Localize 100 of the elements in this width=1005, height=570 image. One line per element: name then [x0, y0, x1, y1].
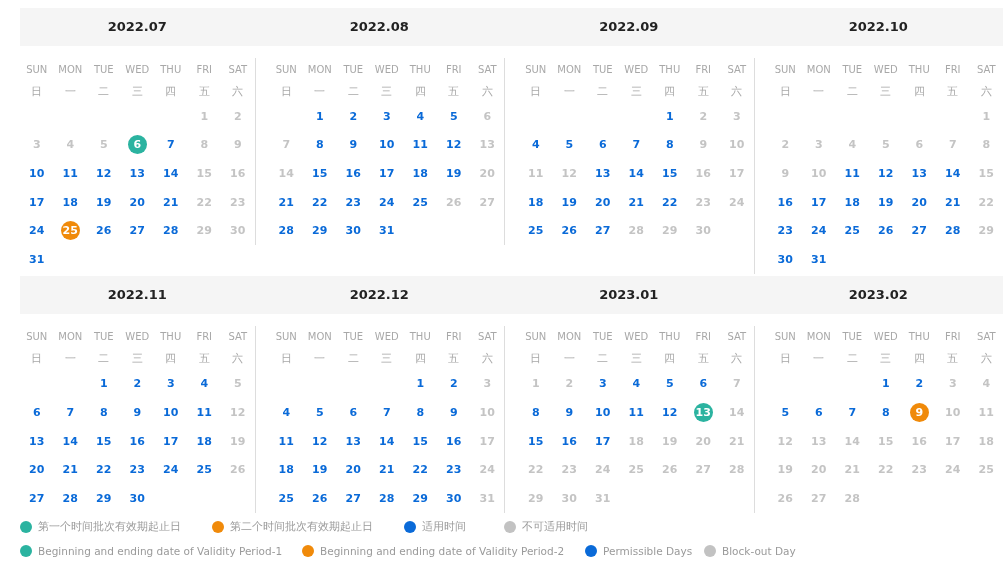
permissible-day: 12	[310, 431, 330, 451]
weekday-label: FRI	[445, 63, 462, 75]
permissible-day: 11	[60, 164, 80, 183]
weekday-label: SUN	[26, 331, 48, 343]
weekday-label: MON	[58, 331, 83, 343]
permissible-day: 7	[161, 135, 181, 155]
block-out-day: 20	[809, 460, 829, 480]
weekday-label: 日	[779, 83, 791, 99]
permissible-day: 12	[876, 164, 896, 183]
permissible-day: 22	[410, 460, 430, 480]
weekday-label: FRI	[445, 331, 462, 343]
weekday-label: TUE	[343, 63, 364, 75]
permissible-day: 30	[444, 488, 464, 508]
block-out-day: 15	[194, 164, 214, 183]
permissible-day: 28	[943, 221, 963, 241]
block-out-day: 17	[477, 431, 497, 451]
weekday-label: 日	[280, 83, 292, 99]
block-out-day: 23	[559, 460, 579, 480]
permissible-day: 20	[593, 192, 613, 212]
permissible-day: 5	[775, 402, 795, 422]
permissible-day: 17	[161, 431, 181, 451]
permissible-day: 17	[809, 192, 829, 212]
permissible-day: 11	[410, 135, 430, 155]
weekday-label: SAT	[727, 63, 747, 75]
weekday-label: SUN	[275, 331, 297, 343]
permissible-day: 15	[660, 164, 680, 183]
block-out-day: 3	[943, 374, 963, 394]
permissible-day: 15	[94, 431, 114, 451]
permissible-day: 19	[444, 164, 464, 183]
weekday-label: 日	[530, 83, 542, 99]
block-out-day: 2	[775, 135, 795, 155]
weekday-label: SUN	[525, 63, 547, 75]
permissible-day: 27	[909, 221, 929, 241]
weekday-label: MON	[557, 63, 582, 75]
weekday-label: 一	[563, 83, 575, 99]
permissible-day: 30	[127, 488, 147, 508]
weekday-label: WED	[624, 63, 649, 75]
permissible-day: 20	[909, 192, 929, 212]
weekday-label: 五	[198, 83, 210, 99]
permissible-day: 25	[276, 488, 296, 508]
block-out-day: 7	[276, 135, 296, 155]
permissible-day: 12	[94, 164, 114, 183]
permissible-day: 27	[27, 488, 47, 508]
block-out-day: 10	[477, 402, 497, 422]
permissible-day: 28	[60, 488, 80, 508]
weekday-label: 六	[232, 83, 244, 99]
block-out-day: 1	[526, 374, 546, 394]
block-out-day: 22	[526, 460, 546, 480]
permissible-day: 3	[377, 106, 397, 126]
weekday-label: 六	[731, 351, 743, 367]
weekday-label: SAT	[976, 331, 996, 343]
block-out-day: 12	[559, 164, 579, 183]
permissible-day: 24	[27, 221, 47, 241]
weekday-label: 日	[280, 351, 292, 367]
block-out-day: 14	[276, 164, 296, 183]
permissible-day: 5	[559, 135, 579, 155]
weekday-label: TUE	[592, 331, 613, 343]
weekday-label: 二	[98, 83, 110, 99]
weekday-label: SUN	[275, 63, 297, 75]
permissible-day: 13	[343, 431, 363, 451]
permissible-day: 17	[27, 192, 47, 212]
block-out-day: 22	[876, 460, 896, 480]
permissible-day: 28	[276, 221, 296, 241]
permissible-day: 28	[377, 488, 397, 508]
permissible-day: 14	[626, 164, 646, 183]
weekday-label: MON	[307, 63, 332, 75]
weekday-label: TUE	[842, 331, 863, 343]
permissible-day: 8	[660, 135, 680, 155]
weekday-label: 日	[31, 83, 43, 99]
permissible-day: 25	[842, 221, 862, 241]
weekday-label: MON	[557, 331, 582, 343]
weekday-label: WED	[374, 331, 399, 343]
weekday-label: 六	[481, 351, 493, 367]
weekday-label: 二	[597, 83, 609, 99]
permissible-day: 2	[343, 106, 363, 126]
permissible-day: 13	[27, 431, 47, 451]
weekday-label: SAT	[976, 63, 996, 75]
block-out-day: 9	[228, 135, 248, 155]
weekday-label: FRI	[944, 63, 961, 75]
permissible-day: 30	[775, 249, 795, 269]
block-out-day: 27	[809, 488, 829, 508]
permissible-day: 23	[775, 221, 795, 241]
permissible-day: 25	[194, 460, 214, 480]
block-out-day: 12	[228, 402, 248, 422]
permissible-day: 1	[876, 374, 896, 394]
permissible-day: 3	[593, 374, 613, 394]
block-out-day: 23	[693, 192, 713, 212]
permissible-day: 15	[526, 431, 546, 451]
permissible-day: 10	[593, 402, 613, 422]
permissible-day: 16	[775, 192, 795, 212]
permissible-day: 18	[276, 460, 296, 480]
block-out-day: 29	[976, 221, 996, 241]
period-2-date-marker: 9	[909, 402, 929, 422]
weekday-label: FRI	[944, 331, 961, 343]
legend-label: Beginning and ending date of Validity Period-1	[38, 544, 283, 557]
permissible-day: 14	[60, 431, 80, 451]
permissible-day: 5	[310, 402, 330, 422]
block-out-day: 28	[727, 460, 747, 480]
permissible-day: 9	[559, 402, 579, 422]
permissible-day: 18	[842, 192, 862, 212]
